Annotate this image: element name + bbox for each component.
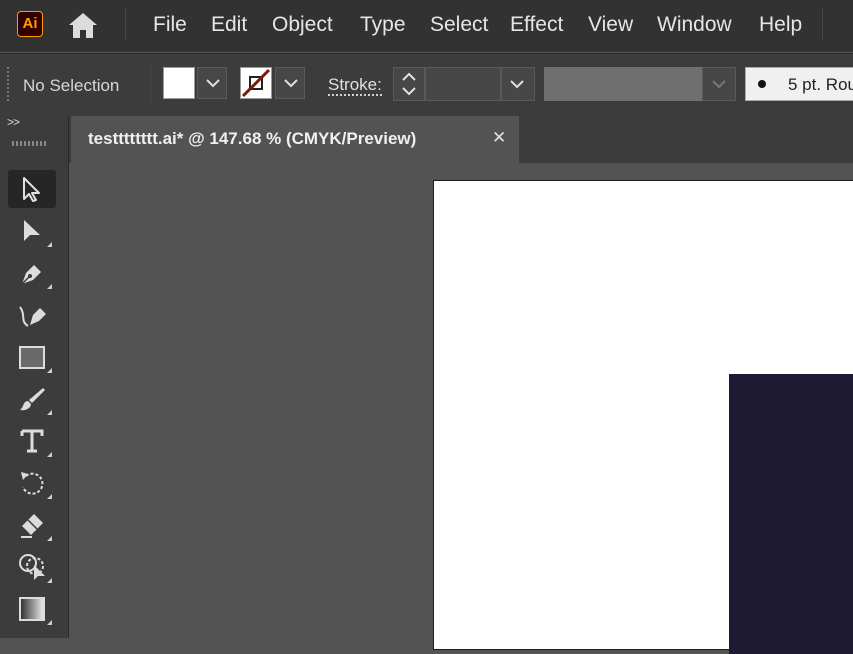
control-bar-grip[interactable] [7,67,9,103]
document-tab-title[interactable]: testttttttt.ai* @ 147.68 % (CMYK/Preview… [88,129,416,149]
shape-builder-tool[interactable] [8,548,56,586]
menu-view[interactable]: View [588,13,633,37]
rectangle-icon [19,346,45,369]
stroke-dropdown-button[interactable] [275,67,305,99]
stroke-weight-input[interactable] [425,67,501,101]
chevron-down-icon [284,79,298,88]
arrow-outline-icon [23,177,40,202]
stroke-weight-dropdown[interactable] [501,67,535,101]
eraser-tool[interactable] [8,506,56,544]
rotate-tool[interactable] [8,464,56,502]
menu-type[interactable]: Type [360,13,406,37]
menu-divider [822,8,823,40]
paintbrush-tool[interactable] [8,380,56,418]
pen-tool[interactable] [8,254,56,292]
brush-dot-icon [758,80,766,88]
variable-width-dropdown[interactable] [702,67,736,101]
stepper-arrows-icon [402,72,416,96]
variable-width-profile-field[interactable] [544,67,702,101]
arrow-solid-icon [24,220,40,241]
gradient-icon [19,597,45,621]
curvature-pen-icon [19,306,46,327]
illustrator-logo-icon: Ai [17,11,43,37]
stroke-weight-stepper[interactable] [393,67,425,101]
artwork-rectangle[interactable] [729,374,853,654]
menu-select[interactable]: Select [430,13,488,37]
menu-help[interactable]: Help [759,13,802,37]
no-stroke-icon [241,68,271,98]
toolbar-grip[interactable] [12,141,48,146]
menu-object[interactable]: Object [272,13,333,37]
menu-file[interactable]: File [153,13,187,37]
menu-edit[interactable]: Edit [211,13,247,37]
menu-window[interactable]: Window [657,13,732,37]
selection-status: No Selection [23,76,120,95]
shape-builder-icon [19,554,45,580]
rotate-icon [21,472,44,495]
close-icon[interactable]: ✕ [492,128,506,148]
type-tool[interactable] [8,422,56,460]
stroke-color-swatch[interactable] [240,67,272,99]
stroke-label[interactable]: Stroke: [328,76,382,96]
control-divider [150,63,151,107]
pen-icon [21,265,41,285]
toolbar-collapse-button[interactable]: >> [7,115,20,129]
direct-selection-tool[interactable] [8,212,56,250]
chevron-down-icon [712,80,726,89]
fill-dropdown-button[interactable] [197,67,227,99]
menu-effect[interactable]: Effect [510,13,563,37]
brush-icon [20,388,45,411]
selection-tool[interactable] [8,170,56,208]
fill-color-swatch[interactable] [163,67,195,99]
brush-definition-label: 5 pt. Rou [788,75,853,94]
rectangle-tool[interactable] [8,338,56,376]
chevron-down-icon [206,79,220,88]
eraser-icon [21,514,43,538]
home-icon[interactable] [66,10,100,40]
curvature-tool[interactable] [8,296,56,334]
gradient-tool[interactable] [8,590,56,628]
menu-divider [125,8,126,40]
type-t-icon [20,429,44,453]
chevron-down-icon [510,80,524,89]
